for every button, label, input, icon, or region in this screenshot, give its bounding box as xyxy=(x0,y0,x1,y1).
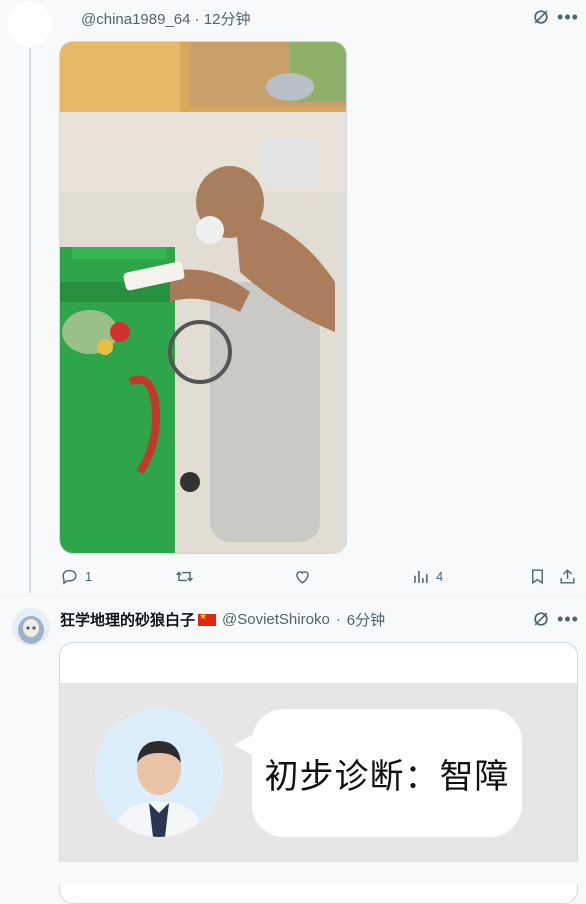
reply-count: 1 xyxy=(85,568,93,584)
user-handle[interactable]: @SovietShiroko xyxy=(222,611,330,628)
avatar[interactable] xyxy=(8,2,52,46)
like-button[interactable] xyxy=(293,564,312,588)
tweet-video[interactable] xyxy=(59,41,347,554)
views-count: 4 xyxy=(436,568,444,584)
china-flag-icon xyxy=(198,611,217,626)
more-icon[interactable]: ••• xyxy=(556,608,580,630)
more-icon[interactable]: ••• xyxy=(556,6,580,28)
tweet-meta: @china1989_64 · 12分钟 xyxy=(81,8,251,29)
views-icon xyxy=(414,570,428,583)
grok-icon[interactable] xyxy=(530,608,552,630)
speech-bubble: 初步诊断：智障 xyxy=(234,709,522,837)
bookmark-icon xyxy=(532,568,543,584)
grok-icon[interactable] xyxy=(530,6,552,28)
like-icon xyxy=(296,570,309,584)
tweet-actions: 1 4 xyxy=(0,564,586,588)
tweet-divider xyxy=(0,595,586,596)
tweet-author: 狂学地理的砂狼白子 @SovietShiroko · 6分钟 xyxy=(60,609,385,630)
user-handle[interactable]: @china1989_64 xyxy=(81,11,190,28)
thread-line xyxy=(29,48,31,593)
repost-icon xyxy=(176,571,193,581)
timestamp[interactable]: 12分钟 xyxy=(204,11,251,28)
meme-image: 初步诊断：智障 xyxy=(60,683,577,863)
views-button[interactable]: 4 xyxy=(411,564,443,588)
image-bottom-edge xyxy=(59,862,578,884)
separator: · xyxy=(335,611,341,628)
separator: · xyxy=(194,11,200,28)
share-icon xyxy=(560,568,575,584)
avatar[interactable] xyxy=(12,608,50,646)
display-name[interactable]: 狂学地理的砂狼白子 xyxy=(60,609,195,630)
reply-icon xyxy=(62,569,77,585)
doctor-portrait xyxy=(95,709,223,837)
avatar-image xyxy=(12,608,50,646)
repost-button[interactable] xyxy=(175,564,194,588)
meme-text: 初步诊断：智障 xyxy=(264,756,510,797)
reply-button[interactable]: 1 xyxy=(60,564,92,588)
timestamp[interactable]: 6分钟 xyxy=(347,609,385,630)
video-frame xyxy=(60,42,346,553)
share-button[interactable] xyxy=(558,564,577,588)
bookmark-button[interactable] xyxy=(528,564,547,588)
